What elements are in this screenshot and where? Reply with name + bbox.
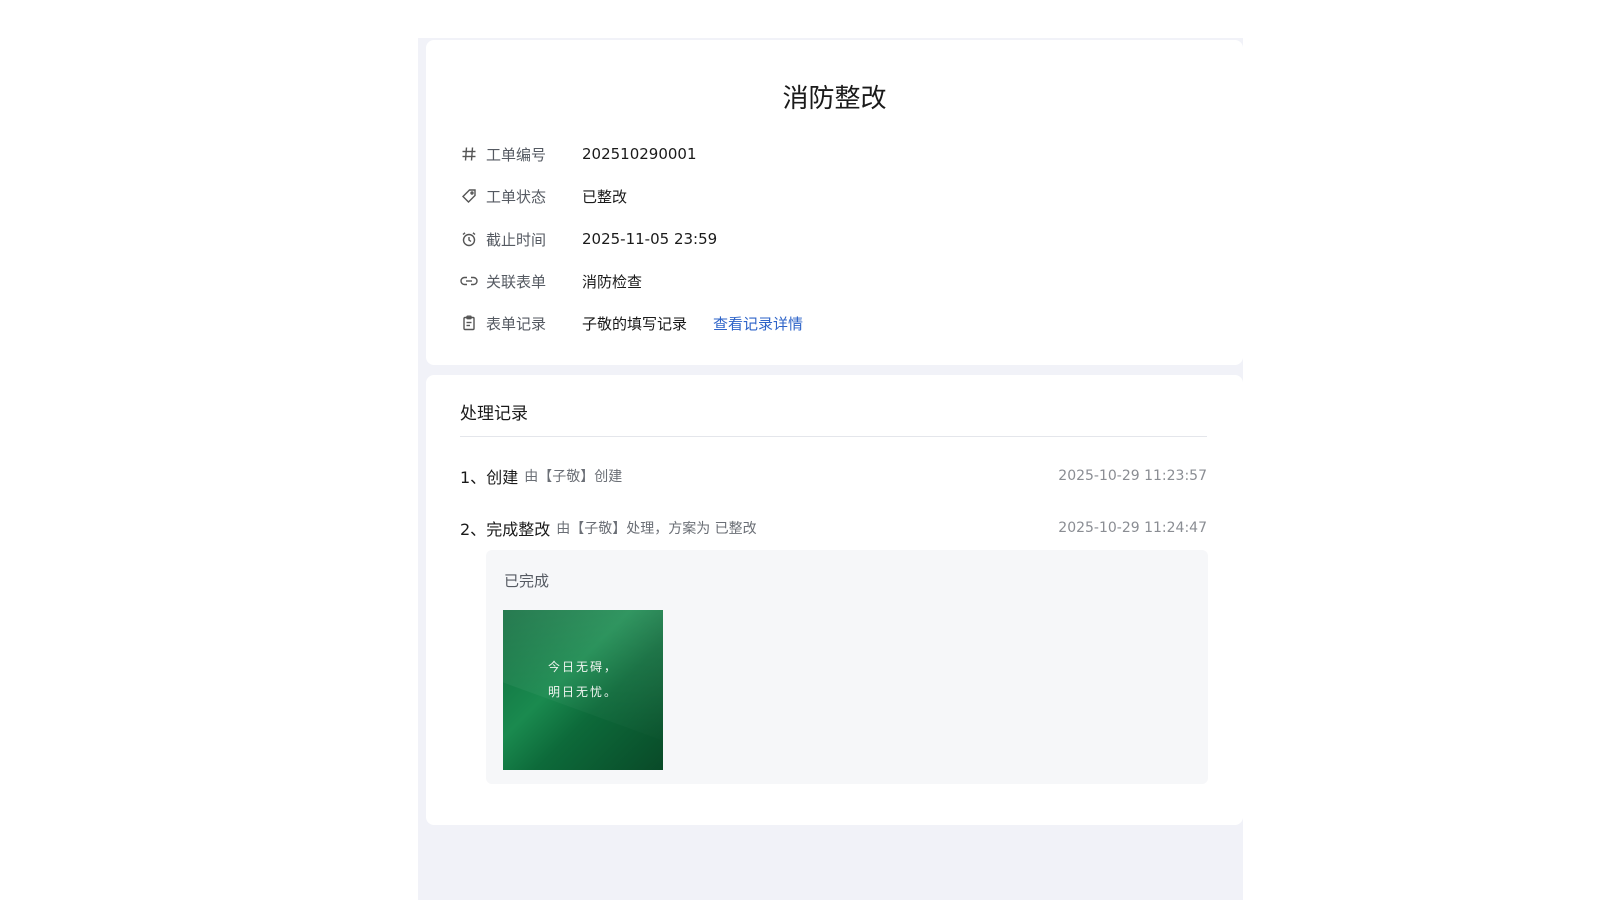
record-action: 完成整改: [486, 520, 551, 539]
info-row-linked-form: 关联表单 消防检查: [460, 270, 642, 292]
clipboard-icon: [460, 314, 478, 332]
record-item: 2、 完成整改 由【子敬】处理，方案为 已整改 2025-10-29 11:24…: [460, 516, 1207, 540]
view-record-details-link[interactable]: 查看记录详情: [713, 313, 803, 334]
detail-text: 已完成: [504, 572, 550, 590]
record-description: 由【子敬】创建: [524, 469, 623, 485]
info-value: 202510290001: [582, 145, 697, 163]
info-label: 工单状态: [486, 187, 547, 206]
record-item: 1、 创建 由【子敬】创建 2025-10-29 11:23:57: [460, 464, 1207, 488]
work-order-info-card: 消防整改 工单编号 202510290001 工单状态 已整改 截止时间 202…: [426, 40, 1243, 365]
info-value: 消防检查: [582, 272, 643, 291]
attachment-image[interactable]: 今日无碍， 明日无忧。: [503, 610, 663, 770]
image-caption-line: 今日无碍，: [547, 660, 618, 674]
record-time: 2025-10-29 11:23:57: [1058, 468, 1207, 484]
info-row-order-status: 工单状态 已整改: [460, 185, 627, 207]
info-value: 已整改: [582, 187, 628, 206]
info-row-form-record: 表单记录 子敬的填写记录 查看记录详情: [460, 312, 803, 334]
record-time: 2025-10-29 11:24:47: [1058, 520, 1207, 536]
alarm-clock-icon: [460, 230, 478, 248]
info-label: 表单记录: [486, 314, 547, 333]
info-row-deadline: 截止时间 2025-11-05 23:59: [460, 228, 717, 250]
processing-records-card: 处理记录 1、 创建 由【子敬】创建 2025-10-29 11:23:57 2…: [426, 375, 1243, 825]
page-title: 消防整改: [782, 84, 887, 114]
tag-icon: [460, 187, 478, 205]
record-description: 由【子敬】处理，方案为 已整改: [556, 521, 757, 537]
image-caption: 今日无碍， 明日无忧。: [503, 655, 663, 705]
page-frame: 消防整改 工单编号 202510290001 工单状态 已整改 截止时间 202…: [418, 38, 1243, 900]
image-caption-line: 明日无忧。: [547, 685, 618, 699]
link-icon: [460, 272, 478, 290]
info-label: 截止时间: [486, 230, 547, 249]
record-detail-box: 已完成 今日无碍， 明日无忧。: [486, 550, 1208, 784]
record-action: 创建: [486, 468, 519, 487]
info-value: 子敬的填写记录: [582, 314, 688, 333]
info-value: 2025-11-05 23:59: [582, 230, 718, 248]
hash-icon: [460, 145, 478, 163]
divider: [460, 436, 1207, 437]
record-number: 1、: [460, 468, 487, 487]
info-label: 关联表单: [486, 272, 547, 291]
section-title: 处理记录: [460, 404, 528, 424]
record-number: 2、: [460, 520, 487, 539]
info-label: 工单编号: [486, 145, 547, 164]
info-row-order-number: 工单编号 202510290001: [460, 143, 697, 165]
